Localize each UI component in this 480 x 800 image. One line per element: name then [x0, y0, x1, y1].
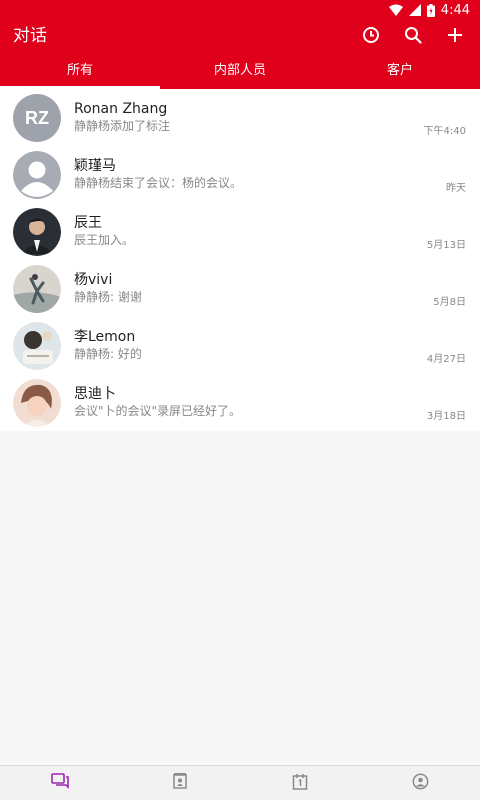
search-icon[interactable]: [402, 24, 424, 46]
contacts-icon: [172, 773, 188, 793]
avatar: [13, 322, 61, 370]
status-bar: 4:44: [0, 0, 480, 20]
conversation-item[interactable]: 辰王 辰王加入。 5月13日: [0, 203, 480, 260]
history-icon[interactable]: [360, 24, 382, 46]
tab-bar: 所有 内部人员 客户: [0, 56, 480, 89]
nav-contacts[interactable]: [120, 766, 240, 800]
default-user-icon: [13, 151, 61, 199]
photo-avatar-icon: [13, 208, 61, 256]
nav-calendar[interactable]: [240, 766, 360, 800]
page-title: 对话: [13, 26, 47, 46]
chat-icon: [51, 773, 69, 793]
contact-name: 思迪卜: [74, 386, 116, 402]
contact-name: 杨vivi: [74, 272, 113, 288]
tab-internal[interactable]: 内部人员: [160, 56, 320, 89]
contact-name: 李Lemon: [74, 329, 136, 345]
status-time: 4:44: [440, 2, 470, 18]
conversation-item[interactable]: RZ Ronan Zhang 静静杨添加了标注 下午4:40: [0, 89, 480, 146]
last-message: 静静杨添加了标注: [74, 119, 171, 133]
battery-icon: [426, 3, 435, 17]
photo-avatar-icon: [13, 322, 61, 370]
timestamp: 3月18日: [426, 411, 466, 422]
conversation-item[interactable]: 思迪卜 会议"卜的会议"录屏已经好了。 3月18日: [0, 374, 480, 431]
signal-icon: [408, 4, 421, 16]
profile-icon: [412, 773, 429, 794]
tab-all[interactable]: 所有: [0, 56, 160, 89]
nav-chats[interactable]: [0, 766, 120, 800]
nav-profile[interactable]: [360, 766, 480, 800]
timestamp: 昨天: [446, 183, 466, 194]
photo-avatar-icon: [13, 265, 61, 313]
avatar: [13, 379, 61, 427]
add-icon[interactable]: [444, 24, 466, 46]
timestamp: 5月8日: [433, 297, 466, 308]
timestamp: 5月13日: [426, 240, 466, 251]
last-message: 静静杨: 谢谢: [74, 290, 142, 304]
app-bar: 对话: [0, 20, 480, 56]
last-message: 会议"卜的会议"录屏已经好了。: [74, 404, 242, 418]
conversation-item[interactable]: 李Lemon 静静杨: 好的 4月27日: [0, 317, 480, 374]
photo-avatar-icon: [13, 379, 61, 427]
timestamp: 下午4:40: [423, 126, 466, 137]
timestamp: 4月27日: [426, 354, 466, 365]
conversation-list: RZ Ronan Zhang 静静杨添加了标注 下午4:40 颖瑾马 静静杨结束…: [0, 89, 480, 431]
last-message: 静静杨结束了会议：杨的会议。: [74, 176, 243, 190]
contact-name: 颖瑾马: [74, 158, 116, 174]
avatar: [13, 151, 61, 199]
bottom-nav: [0, 765, 480, 800]
avatar: RZ: [13, 94, 61, 142]
last-message: 辰王加入。: [74, 233, 135, 247]
tab-customers[interactable]: 客户: [320, 56, 480, 89]
last-message: 静静杨: 好的: [74, 347, 142, 361]
calendar-icon: [292, 773, 308, 794]
contact-name: 辰王: [74, 215, 102, 231]
avatar: [13, 265, 61, 313]
contact-name: Ronan Zhang: [74, 101, 168, 117]
wifi-icon: [388, 4, 403, 16]
conversation-item[interactable]: 颖瑾马 静静杨结束了会议：杨的会议。 昨天: [0, 146, 480, 203]
avatar: [13, 208, 61, 256]
conversation-item[interactable]: 杨vivi 静静杨: 谢谢 5月8日: [0, 260, 480, 317]
